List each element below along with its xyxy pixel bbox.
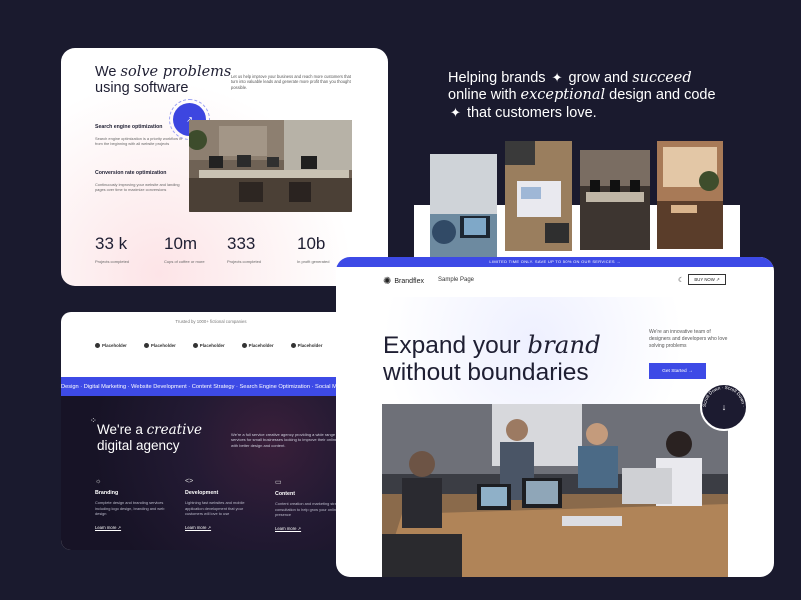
stat-value: 10m [164,234,198,253]
code-icon: <> [185,478,194,485]
meeting-photo [382,404,728,577]
logo-label: Placeholder [248,343,274,348]
hero-line3: that customers love. [466,105,597,121]
brand-h1-a: Expand your [383,332,521,359]
ticker-text: Design · Digital Marketing · Website Dev… [61,383,337,390]
stat-label: Cups of coffee or more [164,259,205,264]
hero-line2-a: online with [448,87,517,103]
placeholder-logo: Placeholder [95,343,127,348]
feature-desc: Search engine optimization is a priority… [95,136,183,147]
brand-nav: ✺ Brandflex Sample Page ☾ BUY NOW ↗ [336,267,774,297]
office-photo [189,120,352,212]
collage-photo-desk [505,141,572,251]
sparkle-icon: ⁘ [90,416,97,425]
brandflex-logo[interactable]: ✺ Brandflex [383,276,424,287]
agency-title-b: digital agency [97,438,180,453]
service-development: <> Development Lightning fast websites a… [185,478,255,530]
placeholder-logo: Placeholder [241,343,274,348]
stat-label: In profit generated [297,259,330,264]
service-title: Branding [95,490,119,496]
hero-line1-italic: succeed [632,70,692,86]
brand-h1-b: without boundaries [383,359,589,386]
service-content: ▭ Content Content creation and marketing… [275,478,345,531]
logo-label: Placeholder [297,343,323,348]
brand-heading: Expand your brand without boundaries [383,331,601,386]
solve-heading: We solve problems using software [95,64,231,96]
agency-heading: We're a creative digital agency [97,422,202,453]
hero-line1-b: grow and [568,70,629,86]
service-desc: Complete design and branding services in… [95,500,165,516]
agency-card: Trusted by 1000+ fictional companies Pla… [61,312,361,550]
solve-title-a: We [95,64,121,80]
logo-row: Placeholder Placeholder Placeholder Plac… [95,343,361,348]
scroll-down-ring: Scroll Down · Scroll Down · [702,385,746,407]
placeholder-logo: Placeholder [192,343,225,348]
logo-label: Placeholder [150,343,176,348]
solve-intro: Let us help improve your business and re… [231,74,351,90]
service-title: Development [185,490,219,496]
hero-line1-a: Helping brands [448,70,546,86]
sun-icon: ☼ [95,478,102,485]
hero-headline: Helping brands ✦ grow and succeed online… [448,69,748,122]
trusted-text: Trusted by 1000+ fictional companies [175,319,247,324]
asterisk-icon: ✺ [383,276,392,287]
moon-icon[interactable]: ☾ [678,276,684,284]
collage-photo-interior [657,141,723,249]
agency-title-a: We're a [97,422,143,437]
feature-desc: Continuously improving your website and … [95,182,180,193]
logo-text: Brandflex [394,278,424,285]
learn-more-link[interactable]: Learn more ↗ [275,526,345,531]
learn-more-link[interactable]: Learn more ↗ [185,525,255,530]
hero-line2-b: design and code [609,87,716,103]
collage-photo-laptop [430,154,497,258]
brand-h1-italic: brand [527,330,601,359]
service-desc: Lightning fast websites and mobile appli… [185,500,245,516]
svg-text:Scroll Down · Scroll Down ·: Scroll Down · Scroll Down · [702,385,746,407]
stat-value: 333 [227,234,256,253]
brand-lead: We're an innovative team of designers an… [649,329,728,349]
stat-label: Projects completed [227,259,262,264]
services-ticker: Design · Digital Marketing · Website Dev… [61,377,361,396]
learn-more-link[interactable]: Learn more ↗ [95,525,165,530]
solve-problems-card: We solve problems using software Let us … [61,48,388,286]
service-desc: Content creation and marketing strategy … [275,501,345,517]
feature-title: Search engine optimization [95,124,163,130]
collage-photo-office [580,150,650,250]
stat-label: Projects completed [95,259,130,264]
feature-title: Conversion rate optimization [95,170,167,176]
hero-line2-italic: exceptional [520,87,606,103]
stat-value: 33 k [95,234,128,253]
logo-label: Placeholder [199,343,225,348]
get-started-button[interactable]: Get Started → [649,363,706,379]
sparkle-icon: ✦ [450,105,461,120]
document-icon: ▭ [275,479,282,486]
brandflex-card: LIMITED TIME ONLY. SAVE UP TO 50% ON OUR… [336,257,774,577]
logo-label: Placeholder [102,343,127,348]
buy-now-button[interactable]: BUY NOW ↗ [688,274,726,285]
nav-sample-page[interactable]: Sample Page [438,277,474,283]
placeholder-logo: Placeholder [143,343,176,348]
service-title: Content [275,491,296,497]
stat-value: 10b [297,234,326,253]
agency-hero: ⁘ We're a creative digital agency We're … [61,396,361,550]
scroll-ring-text: Scroll Down · Scroll Down · [702,385,746,407]
promo-bar[interactable]: LIMITED TIME ONLY. SAVE UP TO 50% ON OUR… [336,257,774,267]
sparkle-icon: ✦ [551,70,563,85]
service-branding: ☼ Branding Complete design and branding … [95,478,165,530]
agency-title-italic: creative [146,422,203,438]
solve-title-italic: solve problems [120,64,232,80]
solve-title-b: using software [95,80,189,96]
placeholder-logo: Placeholder [290,343,323,348]
